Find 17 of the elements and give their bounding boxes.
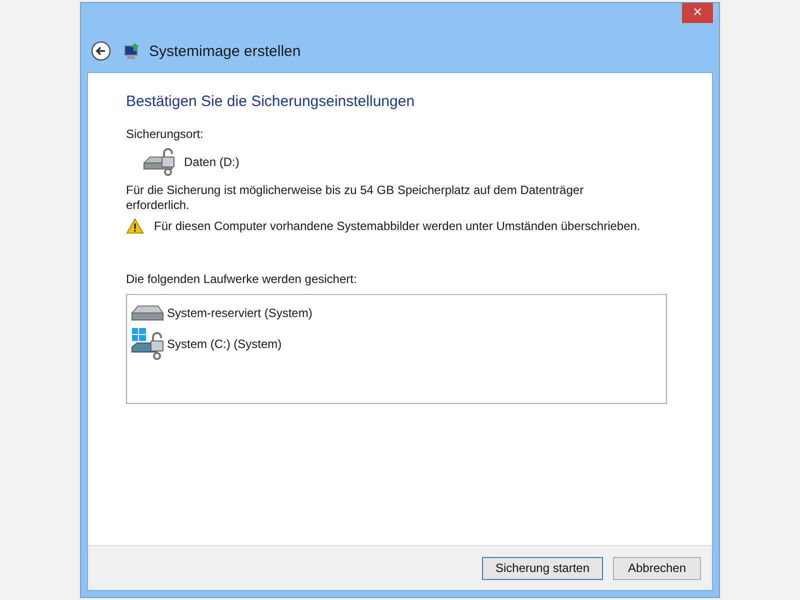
warning-icon (126, 218, 144, 234)
drive-icon (131, 303, 165, 323)
warning-text: Für diesen Computer vorhandene Systemabbilder werden unter Umständen überschrieben. (154, 219, 640, 233)
drive-name[interactable]: System-reserviert (System) (167, 306, 312, 320)
locked-drive-icon (131, 327, 165, 361)
page-heading: Bestätigen Sie die Sicherungseinstellungen (126, 93, 416, 110)
computer-icon (123, 42, 141, 60)
close-button[interactable]: × (682, 3, 713, 23)
dialog-button[interactable]: Abbrechen (613, 556, 701, 580)
back-icon[interactable] (91, 41, 111, 61)
location-label: Sicherungsort: (126, 127, 204, 141)
drives-label: Die folgenden Laufwerke werden gesichert: (126, 272, 358, 286)
backup-location: Daten (D:) (184, 155, 240, 169)
drive-name[interactable]: System (C:) (System) (167, 337, 282, 351)
dialog-button[interactable]: Sicherung starten (482, 556, 603, 580)
space-note: Für die Sicherung ist möglicherweise bis zu 54 GB Speicherplatz auf dem Datenträger erforderlich. (126, 183, 585, 213)
window-title: Systemimage erstellen (149, 42, 301, 60)
